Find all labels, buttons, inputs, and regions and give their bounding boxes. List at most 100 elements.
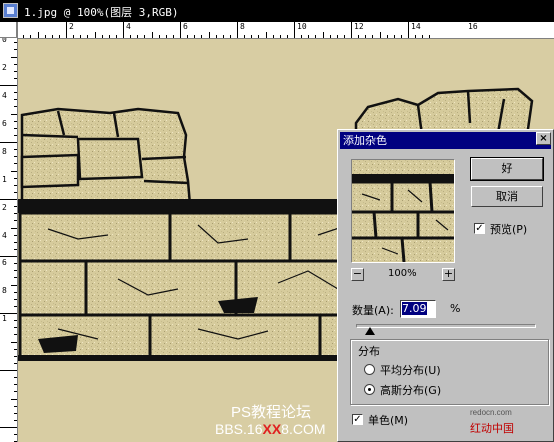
ruler-tick	[14, 220, 17, 222]
amount-slider-track[interactable]	[356, 324, 536, 328]
ruler-tick	[14, 70, 17, 72]
amount-unit: %	[450, 302, 461, 315]
ruler-label: 8	[2, 286, 7, 296]
ruler-tick	[201, 35, 203, 38]
ruler-label: 10	[297, 22, 307, 31]
uniform-radio-label[interactable]: 平均分布(U)	[380, 362, 441, 378]
ruler-tick	[14, 99, 17, 101]
filter-preview[interactable]	[351, 159, 455, 263]
ok-button[interactable]: 好	[470, 157, 544, 181]
preview-checkbox-label[interactable]: 预览(P)	[490, 221, 527, 237]
document-titlebar[interactable]: 1.jpg @ 100%(图层 3,RGB)	[0, 0, 554, 22]
ruler-tick	[66, 22, 67, 38]
ruler-tick	[279, 35, 281, 38]
ruler-tick	[14, 270, 17, 272]
ruler-tick	[158, 35, 160, 38]
site-watermark-cn: 红动中国	[470, 422, 514, 435]
uniform-radio[interactable]	[364, 364, 375, 375]
ruler-tick	[14, 213, 17, 215]
ruler-label: 2	[2, 202, 7, 212]
ruler-tick	[408, 22, 409, 38]
ruler-tick	[301, 35, 303, 38]
close-icon[interactable]: ×	[536, 132, 551, 145]
forum-watermark-title: PS教程论坛	[231, 404, 312, 421]
photoshop-document-window: 1.jpg @ 100%(图层 3,RGB) 2 4 6 8 10 12 14 16 0246…	[0, 0, 554, 442]
ruler-tick	[14, 362, 17, 364]
ruler-tick	[237, 22, 238, 38]
ruler-tick	[194, 35, 196, 38]
ruler-tick	[37, 32, 39, 38]
ruler-label: 8	[2, 146, 7, 156]
ruler-tick	[130, 35, 132, 38]
ruler-tick	[11, 341, 17, 343]
ruler-label: 1	[2, 314, 7, 324]
ruler-tick	[372, 35, 374, 38]
monochromatic-checkbox[interactable]: ✓	[352, 414, 363, 425]
ruler-tick	[0, 427, 17, 428]
forum-watermark-url: BBS.16XX8.COM	[215, 421, 326, 437]
ruler-tick	[14, 77, 17, 79]
ruler-tick	[322, 32, 324, 38]
zoom-in-button[interactable]: +	[442, 268, 455, 281]
ruler-tick	[14, 277, 17, 279]
ruler-label: 6	[2, 258, 7, 268]
ruler-tick	[14, 348, 17, 350]
ruler-tick	[73, 35, 75, 38]
ruler-tick	[58, 35, 60, 38]
zoom-out-button[interactable]: −	[351, 268, 364, 281]
ruler-tick	[11, 398, 17, 400]
gaussian-radio-label[interactable]: 高斯分布(G)	[380, 382, 441, 398]
ruler-tick	[265, 32, 267, 38]
ruler-label: 12	[354, 22, 364, 31]
ruler-tick	[94, 32, 96, 38]
ruler-tick	[144, 35, 146, 38]
ruler-tick	[44, 35, 46, 38]
ruler-tick	[108, 35, 110, 38]
ruler-tick	[215, 35, 217, 38]
ruler-tick	[400, 35, 402, 38]
ruler-label: 4	[126, 22, 131, 31]
gaussian-radio[interactable]	[364, 384, 375, 395]
amount-slider-thumb[interactable]	[365, 327, 375, 335]
ruler-tick	[165, 35, 167, 38]
ruler-tick	[14, 163, 17, 165]
ruler-tick	[14, 127, 17, 129]
url-suffix: 8.COM	[281, 421, 326, 437]
ruler-tick	[0, 370, 17, 371]
ruler-tick	[415, 35, 417, 38]
amount-label: 数量(A):	[352, 304, 394, 317]
ruler-tick	[343, 35, 345, 38]
ruler-tick	[115, 35, 117, 38]
ruler-tick	[137, 35, 139, 38]
ruler-tick	[14, 134, 17, 136]
ruler-label: 6	[2, 118, 7, 128]
ruler-tick	[14, 149, 17, 151]
dialog-title: 添加杂色	[340, 132, 551, 149]
ruler-tick	[14, 63, 17, 65]
ruler-tick	[14, 320, 17, 322]
ruler-tick	[14, 298, 17, 300]
document-title: 1.jpg @ 100%(图层 3,RGB)	[24, 6, 179, 19]
vertical-ruler[interactable]: 02468124681	[0, 22, 18, 442]
ruler-tick	[422, 35, 424, 38]
cancel-button[interactable]: 取消	[471, 186, 543, 207]
site-watermark: redocn.com	[470, 408, 512, 417]
preview-checkbox[interactable]: ✓	[474, 223, 485, 234]
ruler-origin-corner[interactable]	[0, 22, 17, 38]
ruler-tick	[14, 241, 17, 243]
monochromatic-checkbox-label[interactable]: 单色(M)	[368, 412, 408, 428]
preview-zoom-level: 100%	[388, 268, 417, 279]
ruler-tick	[14, 412, 17, 414]
horizontal-ruler[interactable]: 2 4 6 8 10 12 14 16	[17, 22, 554, 39]
ruler-tick	[14, 405, 17, 407]
preview-image	[352, 160, 454, 262]
ruler-tick	[123, 22, 124, 38]
ruler-tick	[14, 92, 17, 94]
ruler-tick	[0, 256, 17, 257]
ruler-tick	[51, 35, 53, 38]
ruler-tick	[393, 35, 395, 38]
ruler-tick	[365, 35, 367, 38]
ruler-tick	[14, 184, 17, 186]
ruler-label: 4	[2, 230, 7, 240]
amount-input[interactable]: 7.09	[400, 300, 436, 318]
